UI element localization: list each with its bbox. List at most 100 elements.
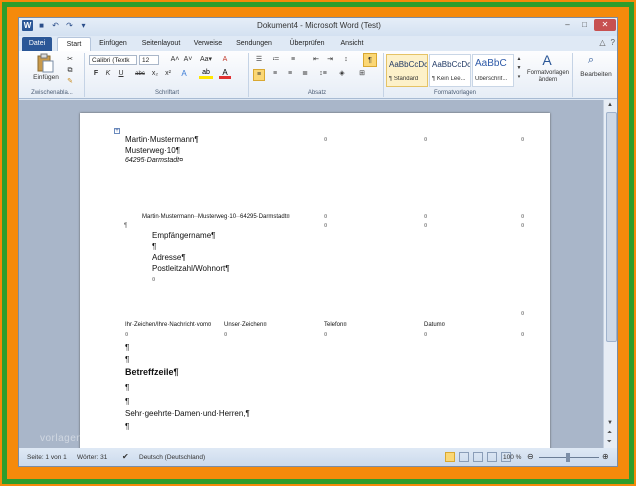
tab-datei[interactable]: Datei (22, 37, 52, 51)
tab-ansicht[interactable]: Ansicht (336, 37, 368, 51)
sort-icon[interactable]: ↕ (340, 55, 352, 65)
style-preview: AaBbC (475, 58, 507, 69)
highlight-color-icon[interactable]: ab (199, 69, 213, 79)
zoom-level[interactable]: 100 % (503, 454, 521, 461)
table-move-handle-icon[interactable]: + (114, 128, 120, 134)
previous-page-icon[interactable]: ⏶ (607, 430, 612, 437)
subject-line: Betreffzeile¶ (125, 367, 179, 377)
web-layout-view-icon[interactable] (473, 452, 483, 462)
zoom-slider-thumb[interactable] (566, 453, 570, 462)
shading-icon[interactable]: ◈ (335, 69, 349, 79)
scroll-up-icon[interactable]: ▲ (607, 102, 613, 108)
find-icon[interactable]: ⌕ (584, 54, 598, 68)
cell-mark: ¤ (324, 137, 328, 143)
language[interactable]: Deutsch (Deutschland) (139, 454, 205, 461)
help-icon[interactable]: ? (611, 38, 615, 47)
cell-mark: ¤ (424, 137, 428, 143)
salutation: Sehr·geehrte·Damen·und·Herren,¶ (125, 409, 250, 418)
style-kein-leerraum[interactable]: AaBbCcDc ¶ Kein Lee... (429, 54, 471, 87)
tab-start[interactable]: Start (57, 37, 91, 51)
tab-sendungen[interactable]: Sendungen (232, 37, 276, 51)
styles-scroll-icon[interactable]: ▲ ▼ ▾ (515, 55, 523, 82)
next-page-icon[interactable]: ⏷ (607, 439, 612, 446)
full-screen-view-icon[interactable] (459, 452, 469, 462)
zoom-in-icon[interactable]: ⊕ (602, 452, 609, 461)
text-effects-icon[interactable]: A (179, 69, 189, 79)
align-left-button[interactable]: ≡ (253, 69, 265, 81)
cell-mark: ¤ (521, 137, 525, 143)
cell-mark: ¤ (424, 214, 428, 220)
scroll-down-icon[interactable]: ▼ (607, 420, 613, 426)
show-formatting-marks-button[interactable]: ¶ (363, 53, 377, 67)
return-address: Martin·Mustermann··Musterweg·10··64295·D… (142, 214, 290, 220)
minimize-button[interactable]: – (560, 19, 575, 31)
paste-button[interactable]: Einfügen (29, 73, 63, 83)
style-name: ¶ Standard (389, 76, 419, 82)
subscript-button[interactable]: x₂ (150, 69, 160, 79)
underline-button[interactable]: U (115, 69, 127, 79)
word-count[interactable]: Wörter: 31 (77, 454, 107, 461)
increase-indent-icon[interactable]: ⇥ (324, 55, 336, 65)
numbering-icon[interactable]: ≔ (270, 55, 282, 65)
multilevel-list-icon[interactable]: ≡ (287, 55, 299, 65)
tab-seitenlayout[interactable]: Seitenlayout (136, 37, 186, 51)
edit-button[interactable]: Bearbeiten (574, 70, 617, 80)
cell-mark: ¤ (521, 214, 525, 220)
cut-icon[interactable]: ✂ (65, 55, 75, 65)
ref-label-date: Datum¤ (424, 322, 446, 328)
cell-mark: ¤ (125, 332, 129, 338)
document-page[interactable]: + Martin·Mustermann¶ Musterweg·10¶ 64295… (80, 113, 550, 448)
justify-button[interactable]: ≣ (299, 69, 311, 79)
font-name-select[interactable]: Calibri (Textk (89, 55, 137, 65)
change-styles-icon[interactable]: A (539, 52, 555, 68)
font-size-select[interactable]: 12 (139, 55, 159, 65)
sender-street: Musterweg·10¶ (125, 146, 180, 155)
style-name: ¶ Kein Lee... (432, 76, 466, 82)
bold-button[interactable]: F (91, 69, 101, 79)
style-ueberschrift[interactable]: AaBbC Überschrif... (472, 54, 514, 87)
cell-mark: ¤ (224, 332, 228, 338)
grow-font-icon[interactable]: A˄ (169, 55, 181, 65)
superscript-button[interactable]: x² (163, 69, 173, 79)
sender-name: Martin·Mustermann¶ (125, 135, 199, 144)
scroll-thumb[interactable] (606, 112, 617, 342)
proofing-icon[interactable]: ✔ (122, 452, 129, 461)
borders-icon[interactable]: ⊞ (355, 69, 369, 79)
cell-mark: ¤ (152, 277, 156, 283)
tab-ueberpruefen[interactable]: Überprüfen (284, 37, 330, 51)
clear-format-icon[interactable]: A (219, 55, 231, 65)
page-count[interactable]: Seite: 1 von 1 (27, 454, 67, 461)
tab-einfuegen[interactable]: Einfügen (93, 37, 133, 51)
status-bar: Seite: 1 von 1 Wörter: 31 ✔ Deutsch (Deu… (19, 448, 617, 466)
format-painter-icon[interactable]: ✎ (65, 77, 75, 87)
style-preview: AaBbCcDc (432, 60, 470, 69)
maximize-button[interactable]: □ (577, 19, 592, 31)
change-styles-button[interactable]: Formatvorlagen ändern (524, 70, 572, 84)
separator (572, 53, 573, 97)
italic-button[interactable]: K (103, 69, 113, 79)
line-spacing-icon[interactable]: ↕≡ (316, 69, 330, 79)
vertical-scrollbar[interactable]: ▲ ▼ ⏶ ⏷ (603, 100, 617, 448)
print-layout-view-icon[interactable] (445, 452, 455, 462)
copy-icon[interactable]: ⧉ (65, 66, 75, 76)
minimize-ribbon-icon[interactable]: △ (599, 38, 605, 47)
bullets-icon[interactable]: ☰ (253, 55, 265, 65)
ribbon: Einfügen ✂ ⧉ ✎ Zwischenabla... Calibri (… (19, 51, 617, 99)
outline-view-icon[interactable] (487, 452, 497, 462)
style-name: Überschrif... (475, 76, 508, 82)
strikethrough-button[interactable]: abc (133, 69, 147, 79)
cell-mark: ¤ (324, 214, 328, 220)
align-center-button[interactable]: ≡ (269, 69, 281, 79)
paste-icon[interactable] (35, 53, 55, 73)
style-standard[interactable]: AaBbCcDc ¶ Standard (386, 54, 428, 87)
tab-verweise[interactable]: Verweise (190, 37, 226, 51)
close-button[interactable]: ✕ (594, 19, 616, 31)
recipient-postcode-city: Postleitzahl/Wohnort¶ (152, 264, 230, 273)
zoom-out-icon[interactable]: ⊖ (527, 452, 534, 461)
recipient-blank: ¶ (152, 242, 157, 251)
decrease-indent-icon[interactable]: ⇤ (310, 55, 322, 65)
font-color-icon[interactable]: A (219, 69, 231, 79)
align-right-button[interactable]: ≡ (284, 69, 296, 79)
shrink-font-icon[interactable]: A˅ (182, 55, 194, 65)
change-case-icon[interactable]: Aa▾ (197, 55, 215, 65)
